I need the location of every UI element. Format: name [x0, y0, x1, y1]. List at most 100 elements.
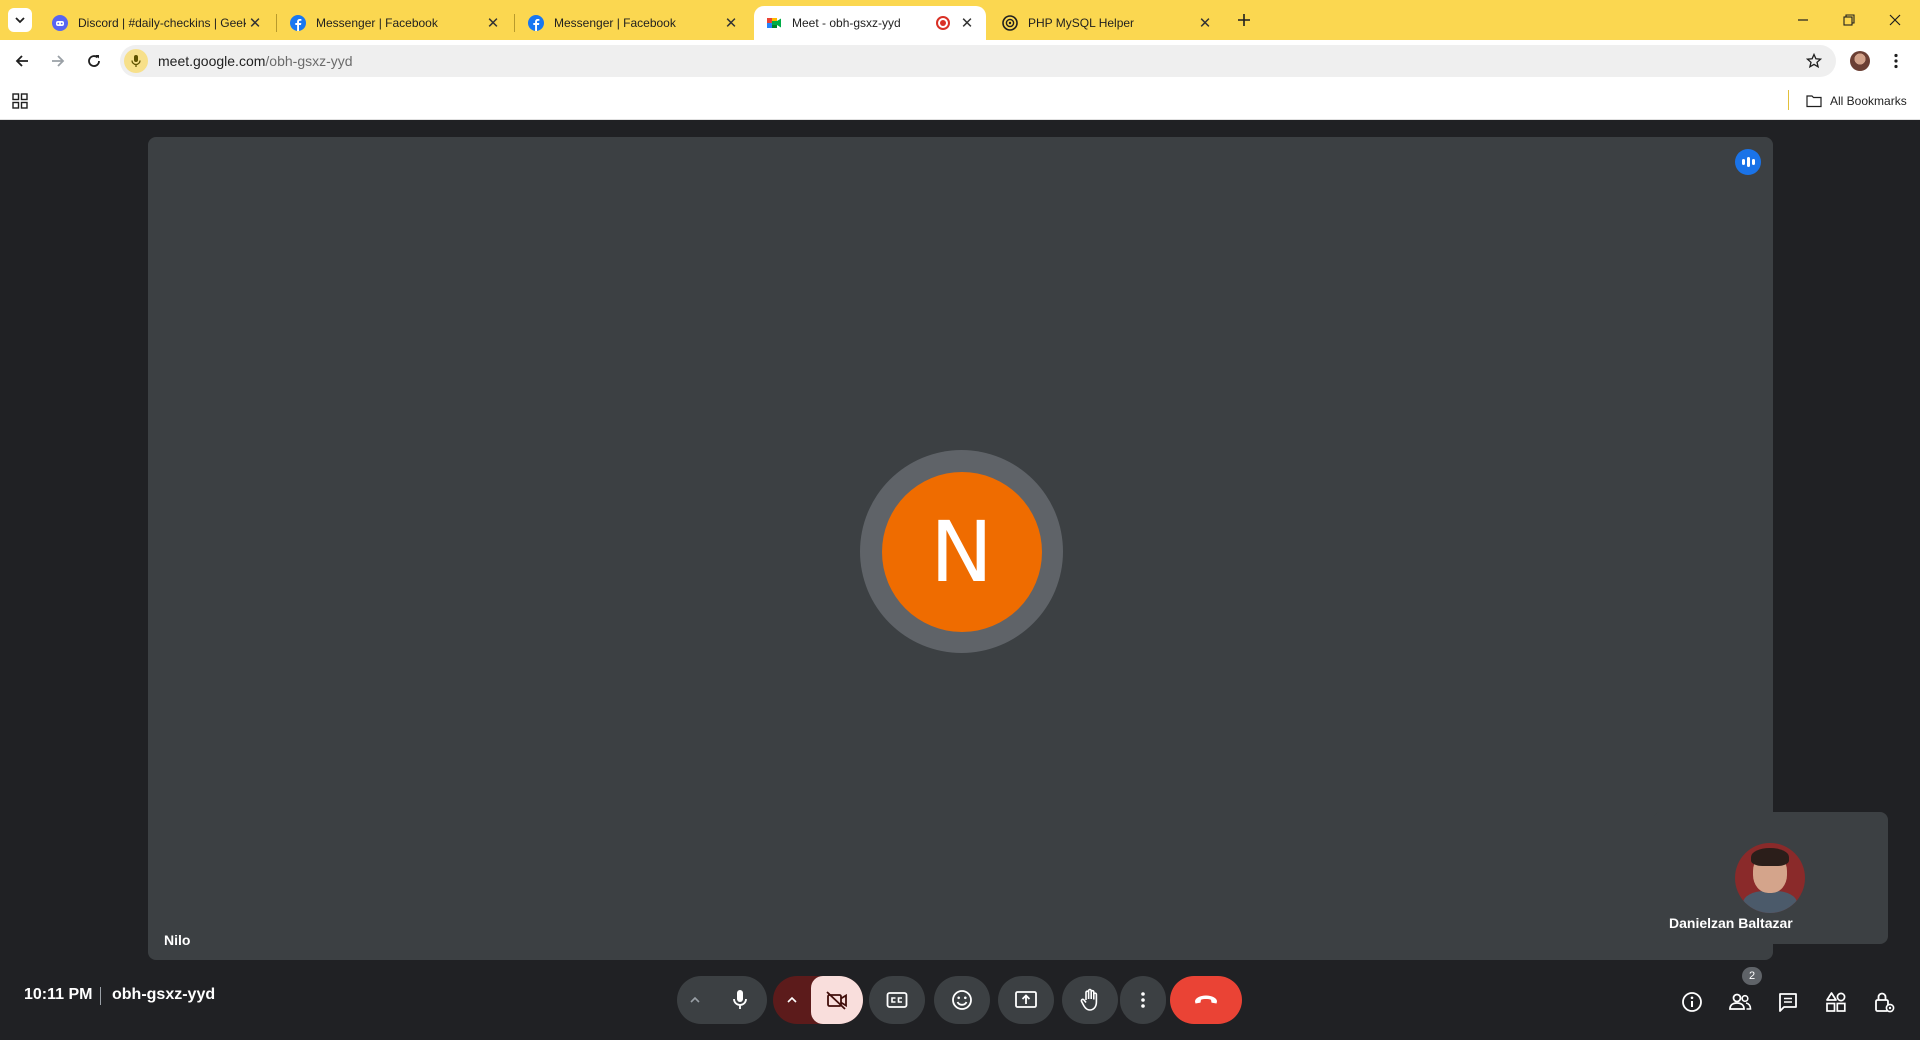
bookmarks-bar: All Bookmarks	[0, 82, 1920, 120]
chat-icon	[1779, 993, 1797, 1012]
chevron-up-icon	[787, 996, 797, 1003]
meeting-code: obh-gsxz-yyd	[112, 986, 216, 1003]
tab-messenger-1[interactable]: Messenger | Facebook ✕	[278, 6, 512, 40]
bookmarks-divider	[1788, 90, 1789, 110]
meeting-details-button[interactable]	[1672, 982, 1712, 1022]
chevron-up-icon	[690, 996, 700, 1003]
end-call-button[interactable]	[1170, 976, 1242, 1024]
emoji-reactions-button[interactable]	[934, 976, 990, 1024]
participant-avatar: N	[881, 471, 1042, 632]
chevron-down-icon	[15, 17, 25, 24]
camera-control-group	[773, 976, 863, 1024]
raise-hand-button[interactable]	[1062, 976, 1118, 1024]
present-screen-icon	[1015, 991, 1037, 1008]
new-tab-button[interactable]	[1230, 8, 1258, 32]
more-vertical-icon	[1894, 53, 1898, 69]
restore-icon	[1843, 14, 1855, 26]
more-options-button[interactable]	[1120, 976, 1166, 1024]
close-tab-icon[interactable]: ✕	[1196, 14, 1214, 32]
site-info-button[interactable]	[124, 49, 148, 73]
emoji-icon	[952, 990, 972, 1010]
address-bar[interactable]: meet.google.com/obh-gsxz-yyd	[120, 45, 1836, 77]
activities-button[interactable]	[1816, 982, 1856, 1022]
plus-icon	[1238, 14, 1250, 26]
tab-strip: Discord | #daily-checkins | Geek ✕ Messe…	[0, 0, 1920, 40]
tab-title: PHP MySQL Helper	[1028, 16, 1135, 30]
browser-toolbar: meet.google.com/obh-gsxz-yyd	[0, 40, 1920, 82]
forward-button[interactable]	[44, 47, 72, 75]
url-text[interactable]: meet.google.com/obh-gsxz-yyd	[158, 53, 353, 69]
microphone-icon	[733, 990, 747, 1009]
camera-off-icon	[826, 991, 847, 1010]
close-tab-icon[interactable]: ✕	[722, 14, 740, 32]
avatar-speaking-ring: N	[860, 450, 1063, 653]
captions-icon	[886, 992, 908, 1008]
close-tab-icon[interactable]: ✕	[246, 14, 264, 32]
raise-hand-icon	[1080, 988, 1098, 1011]
activities-icon	[1826, 992, 1846, 1012]
info-divider	[100, 987, 101, 1005]
camera-button[interactable]	[811, 976, 863, 1024]
present-screen-button[interactable]	[998, 976, 1054, 1024]
more-options-icon	[1141, 992, 1145, 1008]
microphone-in-use-icon	[131, 55, 141, 67]
participant-name: Danielzan Baltazar	[1669, 915, 1793, 931]
tab-divider	[514, 14, 515, 32]
participant-photo	[1735, 843, 1805, 913]
tab-search-button[interactable]	[8, 8, 32, 32]
all-bookmarks-label: All Bookmarks	[1830, 94, 1907, 108]
tab-title: Meet - obh-gsxz-yyd	[792, 16, 901, 30]
end-call-icon	[1195, 995, 1217, 1004]
arrow-left-icon	[15, 55, 28, 67]
url-host: meet.google.com	[158, 53, 266, 69]
bookmark-star-button[interactable]	[1804, 51, 1824, 71]
people-icon	[1729, 993, 1752, 1010]
video-settings-button[interactable]	[773, 996, 811, 1004]
tab-title: Discord | #daily-checkins | Geek	[78, 16, 246, 30]
people-button[interactable]	[1720, 982, 1760, 1022]
restore-button[interactable]	[1826, 0, 1872, 40]
all-bookmarks-button[interactable]: All Bookmarks	[1806, 91, 1907, 111]
tab-discord[interactable]: Discord | #daily-checkins | Geek ✕	[40, 6, 274, 40]
tab-divider	[276, 14, 277, 32]
recording-indicator-icon	[936, 16, 950, 30]
facebook-icon	[290, 15, 306, 31]
chat-button[interactable]	[1768, 982, 1808, 1022]
tab-title: Messenger | Facebook	[554, 16, 676, 30]
close-window-button[interactable]	[1872, 0, 1918, 40]
host-controls-icon	[1875, 992, 1895, 1013]
minimize-button[interactable]	[1780, 0, 1826, 40]
reload-button[interactable]	[80, 47, 108, 75]
reload-icon	[88, 55, 100, 67]
back-button[interactable]	[8, 47, 36, 75]
meet-stage: N Nilo Danielzan Baltazar 10:11 PM obh-g…	[0, 120, 1920, 1040]
close-icon	[1889, 14, 1901, 26]
tab-messenger-2[interactable]: Messenger | Facebook ✕	[516, 6, 750, 40]
close-tab-icon[interactable]: ✕	[484, 14, 502, 32]
tab-meet[interactable]: Meet - obh-gsxz-yyd ✕	[754, 6, 986, 40]
google-meet-icon	[766, 15, 782, 31]
participant-tile-main[interactable]: N Nilo	[148, 137, 1773, 960]
minimize-icon	[1798, 19, 1808, 21]
openai-icon	[1002, 15, 1018, 31]
captions-button[interactable]	[869, 976, 925, 1024]
tab-php-mysql-helper[interactable]: PHP MySQL Helper ✕	[990, 6, 1224, 40]
folder-icon	[1806, 95, 1822, 108]
participant-name: Nilo	[164, 932, 191, 948]
arrow-right-icon	[52, 55, 65, 67]
profile-avatar[interactable]	[1850, 51, 1870, 71]
discord-icon	[52, 15, 68, 31]
close-tab-icon[interactable]: ✕	[958, 14, 976, 32]
browser-menu-button[interactable]	[1886, 49, 1906, 73]
people-count-badge: 2	[1742, 967, 1762, 985]
apps-grid-icon[interactable]	[12, 93, 28, 109]
microphone-control-group	[677, 976, 767, 1024]
speaking-indicator-icon	[1735, 149, 1761, 175]
info-icon	[1682, 992, 1702, 1012]
participant-tile-self[interactable]: Danielzan Baltazar	[1653, 812, 1888, 944]
audio-settings-button[interactable]	[677, 996, 713, 1004]
microphone-button[interactable]	[713, 976, 767, 1024]
url-path: /obh-gsxz-yyd	[265, 53, 353, 69]
host-controls-button[interactable]	[1864, 982, 1904, 1022]
star-icon	[1806, 53, 1822, 69]
